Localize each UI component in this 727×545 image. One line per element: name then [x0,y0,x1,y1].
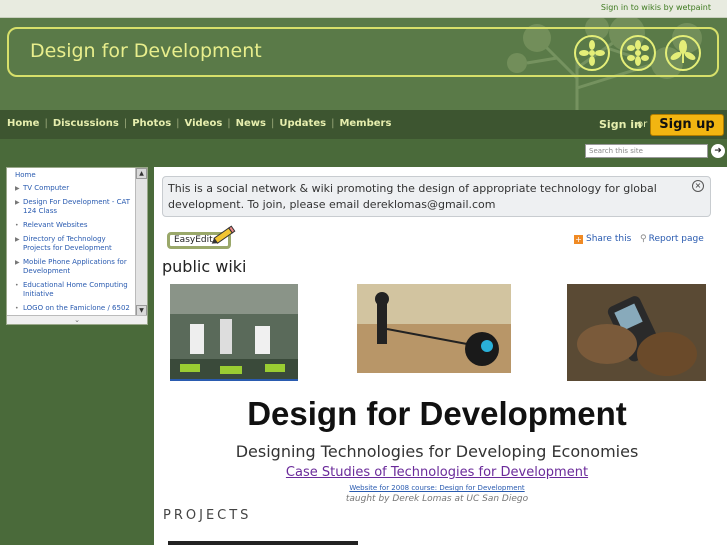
main-content: This is a social network & wiki promotin… [154,167,727,545]
sidebar-item-label: Design For Development - CAT 124 Class [23,198,131,215]
mobile-phone-photo[interactable] [567,284,706,381]
sidebar-item-design-class[interactable]: ▶ Design For Development - CAT 124 Class [15,198,133,216]
nav-separator: | [227,118,231,129]
taught-by-text: taught by Derek Lomas at UC San Diego [345,494,529,504]
site-title[interactable]: Design for Development [30,40,262,62]
pencil-icon [211,225,236,244]
page-title: public wiki [162,257,247,276]
share-label: Share this [586,234,632,244]
sidebar-item-home-computing[interactable]: • Educational Home Computing Initiative [15,281,133,299]
bullet-icon: • [15,282,19,289]
nav-videos[interactable]: Videos [185,118,223,129]
flower-logo-icon [574,35,610,71]
project-image[interactable] [168,541,358,545]
nav-photos[interactable]: Photos [132,118,171,129]
sidebar-item-label: Directory of Technology Projects for Dev… [23,235,112,252]
sidebar-item-label: Relevant Websites [23,221,88,229]
main-heading: Design for Development [247,395,627,432]
sidebar-item-home[interactable]: Home [15,171,133,180]
bullet-icon: • [15,305,19,312]
nav-members[interactable]: Members [339,118,391,129]
sidebar-scrollbar[interactable]: ▲ ▼ [135,168,147,316]
share-plus-icon: + [574,235,583,244]
projects-heading: PROJECTS [163,508,252,523]
sidebar-item-mobile-apps[interactable]: ▶ Mobile Phone Applications for Developme… [15,258,133,276]
classroom-photo[interactable] [170,284,298,381]
main-nav: Home | Discussions | Photos | Videos | News | Upda… [7,118,391,129]
nav-home[interactable]: Home [7,118,39,129]
sidebar-resize-handle[interactable]: ⌄ [7,315,147,324]
expand-arrow-icon[interactable]: ▶ [15,258,20,267]
sidebar-item-label: Mobile Phone Applications for Developmen… [23,258,127,275]
sidebar-item-logo-famiclone[interactable]: • LOGO on the Famiclone / 6502 [15,304,133,313]
top-utility-bar: Sign in to wikis by wetpaint [0,0,727,18]
case-studies-link[interactable]: Case Studies of Technologies for Develop… [154,465,720,480]
flag-icon: ⚲ [640,234,647,244]
welcome-notice: This is a social network & wiki promotin… [162,176,711,217]
signup-button[interactable]: Sign up [650,114,724,136]
sidebar-item-label: TV Computer [23,184,70,192]
sub-heading: Designing Technologies for Developing Ec… [235,442,639,461]
expand-arrow-icon[interactable]: ▶ [15,184,20,193]
flower-logo-icon [620,35,656,71]
wiki-signin-link[interactable]: Sign in to wikis by wetpaint [601,3,711,12]
sidebar-item-directory[interactable]: ▶ Directory of Technology Projects for De… [15,235,133,253]
nav-updates[interactable]: Updates [279,118,326,129]
report-page-link[interactable]: ⚲ Report page [640,234,704,244]
leaf-logo-icon [665,35,701,71]
search-go-button[interactable]: ➜ [711,144,725,158]
water-roller-photo[interactable] [357,284,511,373]
sidebar-item-tv-computer[interactable]: ▶ TV Computer [15,184,133,193]
search-input[interactable]: Search this site [585,144,708,158]
expand-arrow-icon[interactable]: ▶ [15,235,20,244]
site-header: Design for Development [0,18,727,110]
notice-text: This is a social network & wiki promotin… [168,182,657,211]
sidebar-item-label: Home [15,171,36,179]
sidebar-item-label: Educational Home Computing Initiative [23,281,128,298]
sidebar-item-label: LOGO on the Famiclone / 6502 [23,304,130,312]
nav-separator: | [271,118,275,129]
nav-separator: | [44,118,48,129]
expand-arrow-icon[interactable]: ▶ [15,198,20,207]
close-icon[interactable]: × [692,180,704,192]
signin-link[interactable]: Sign in [599,118,642,131]
report-label: Report page [648,234,704,244]
sidebar-nav: Home ▶ TV Computer ▶ Design For Developmen… [6,167,148,325]
bullet-icon: • [15,222,19,229]
nav-separator: | [331,118,335,129]
site-search: Search this site ➜ [585,144,725,158]
nav-separator: | [176,118,180,129]
or-text: or [637,119,648,130]
nav-discussions[interactable]: Discussions [53,118,119,129]
nav-separator: | [123,118,128,129]
scroll-up-icon[interactable]: ▲ [136,168,147,179]
nav-news[interactable]: News [236,118,266,129]
sidebar-item-relevant-websites[interactable]: • Relevant Websites [15,221,133,230]
main-nav-bar: Home | Discussions | Photos | Videos | News | Upda… [0,110,727,139]
share-this-link[interactable]: + Share this [574,234,631,244]
course-website-link[interactable]: Website for 2008 course: Design for Deve… [154,484,720,492]
site-title-box: Design for Development [7,27,719,77]
